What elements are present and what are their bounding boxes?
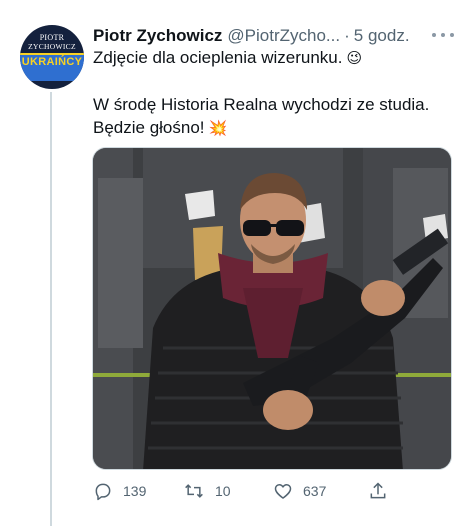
author-handle[interactable]: @PiotrZycho...	[227, 26, 340, 46]
more-dot	[441, 33, 445, 37]
retweet-button[interactable]: 10	[183, 478, 231, 504]
thread-line	[50, 92, 52, 526]
retweet-count: 10	[215, 483, 231, 499]
collision-emoji: 💥	[208, 120, 228, 137]
avatar-bottom	[20, 69, 84, 81]
tweet-header: Piotr Zychowicz @PiotrZycho... · 5 godz.	[93, 25, 454, 47]
tweet-line-1: Zdjęcie dla ocieplenia wizerunku. 😉	[93, 46, 453, 70]
retweet-icon	[185, 484, 203, 498]
more-dot	[432, 33, 436, 37]
heart-icon	[274, 484, 292, 499]
more-icon[interactable]	[432, 26, 454, 44]
avatar-banner: UKRAIŃCY	[20, 53, 84, 69]
tweet-text: Zdjęcie dla ocieplenia wizerunku. 😉 W śro…	[93, 46, 453, 140]
author-name[interactable]: Piotr Zychowicz	[93, 26, 222, 46]
separator: ·	[344, 26, 350, 45]
action-bar: 139 10 637	[93, 478, 393, 504]
avatar-text-first: PIOTR	[39, 33, 65, 42]
more-dot	[450, 33, 454, 37]
avatar-text-last: ZYCHOWICZ	[28, 42, 76, 51]
reply-count: 139	[123, 483, 147, 499]
timestamp[interactable]: 5 godz.	[354, 26, 410, 46]
photo-illustration	[93, 148, 451, 469]
tweet[interactable]: PIOTR ZYCHOWICZ UKRAIŃCY Piotr Zychowicz…	[0, 0, 474, 526]
reply-button[interactable]: 139	[93, 478, 146, 504]
tweet-line-1-text: Zdjęcie dla ocieplenia wizerunku.	[93, 48, 343, 67]
share-icon	[370, 482, 386, 499]
like-count: 637	[303, 483, 327, 499]
share-button[interactable]	[368, 478, 388, 504]
tweet-line-2: W środę Historia Realna wychodzi ze stud…	[93, 95, 430, 114]
tweet-line-3-text: Będzie głośno!	[93, 118, 205, 137]
reply-icon	[95, 483, 111, 501]
avatar[interactable]: PIOTR ZYCHOWICZ UKRAIŃCY	[20, 25, 84, 89]
wink-emoji: 😉	[346, 50, 363, 67]
tweet-photo[interactable]	[92, 147, 452, 470]
tweet-line-3: Będzie głośno! 💥	[93, 116, 453, 140]
like-button[interactable]: 637	[273, 478, 326, 504]
